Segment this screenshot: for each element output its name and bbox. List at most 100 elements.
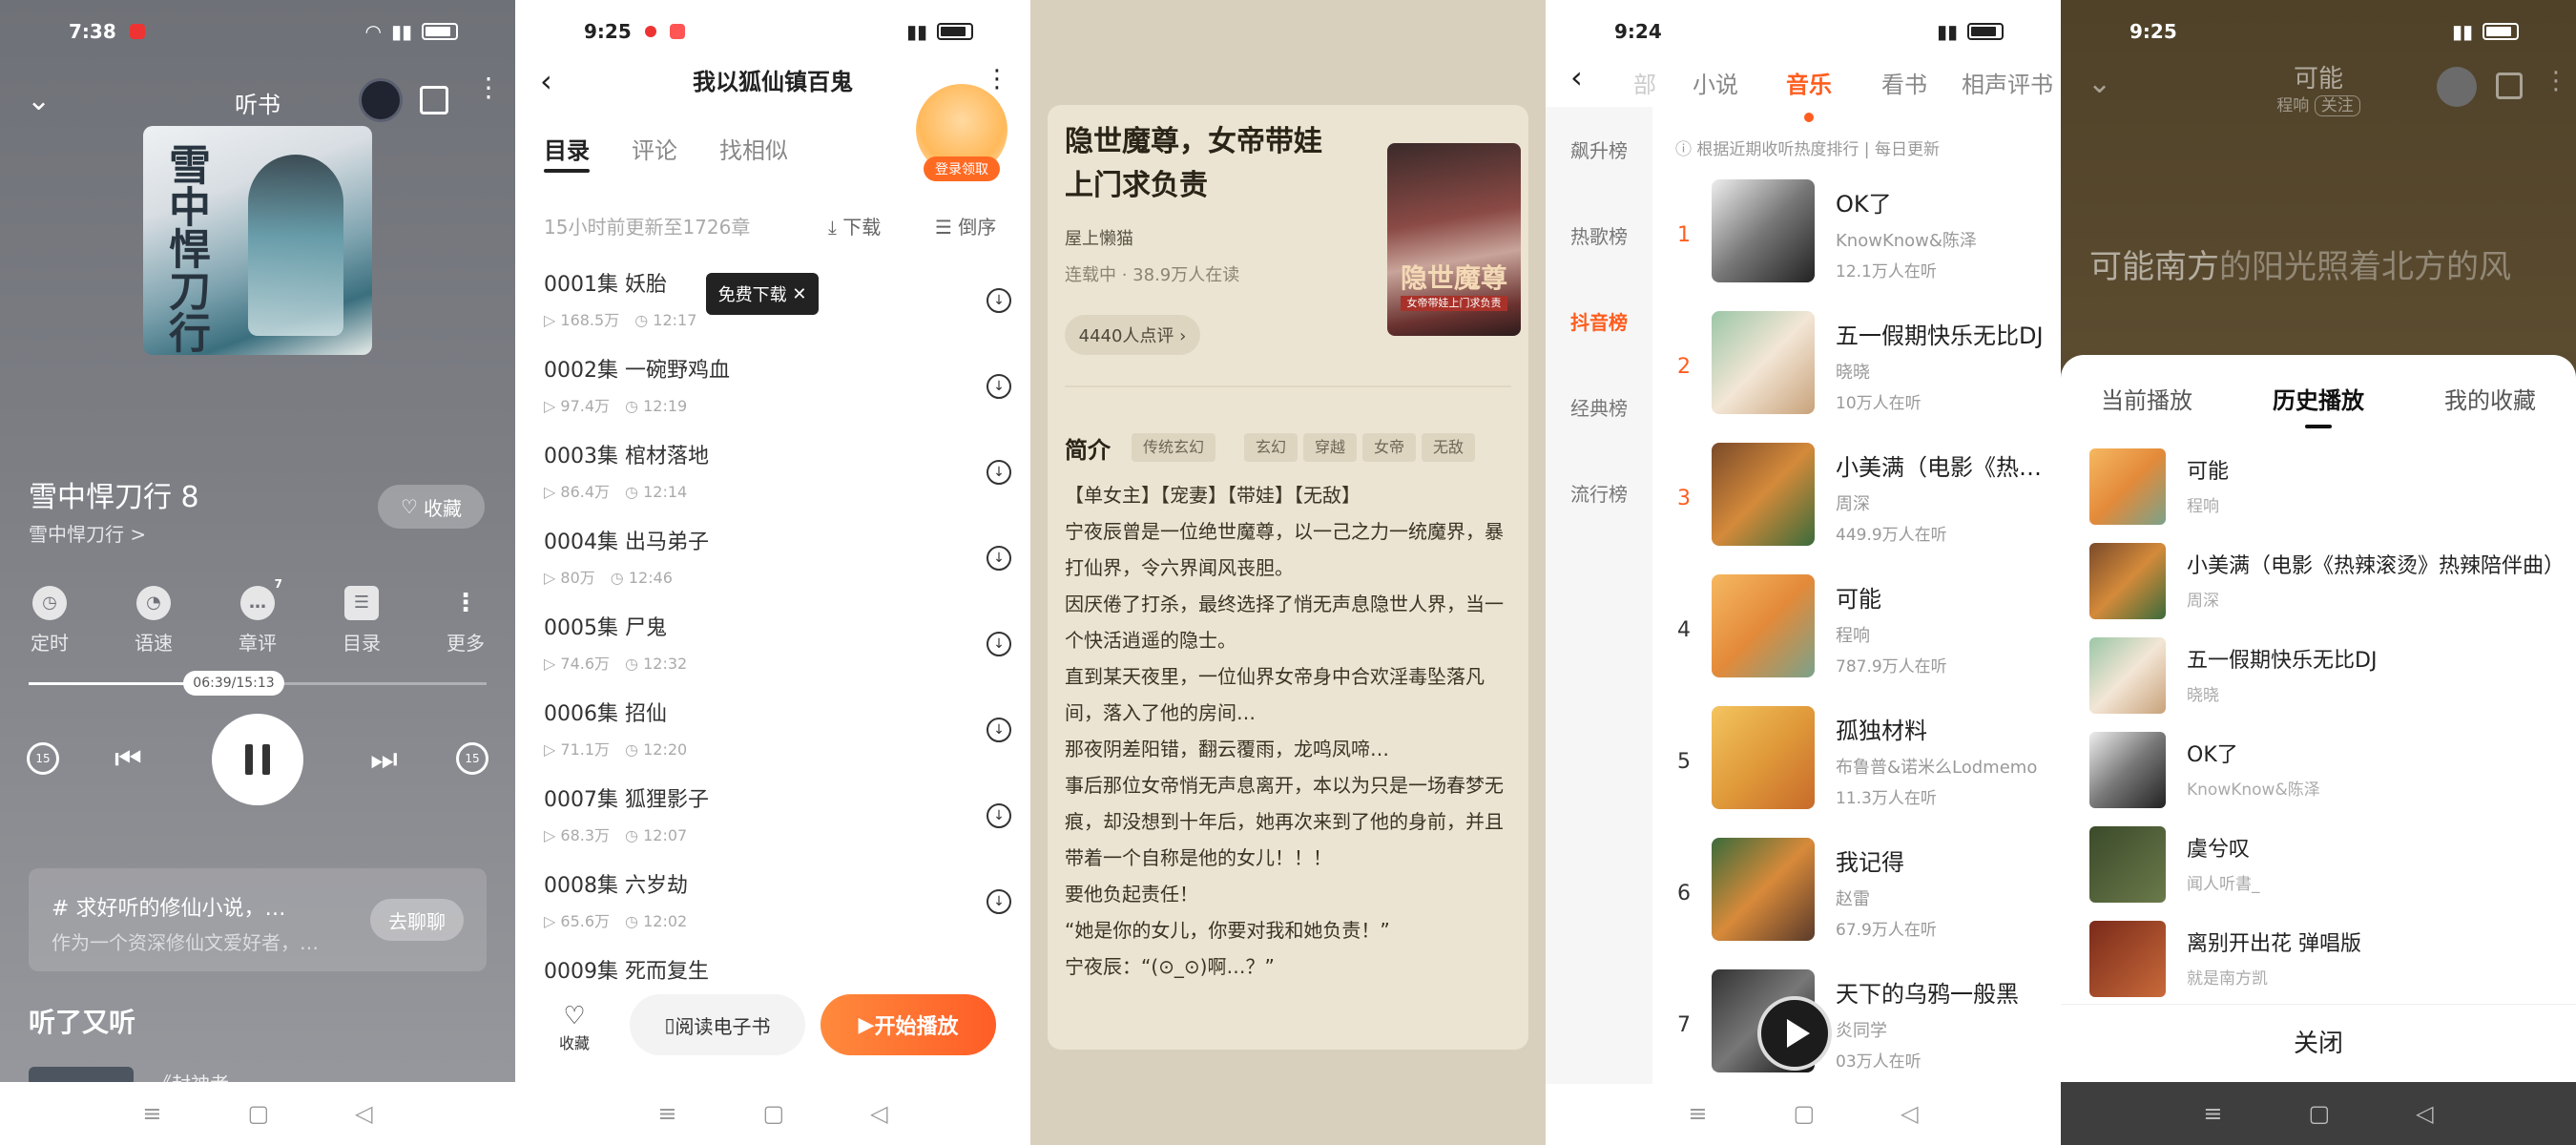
tab-novel[interactable]: 小说 (1693, 63, 1738, 107)
download-circle-icon[interactable]: ↓ (987, 288, 1011, 313)
history-item[interactable]: OK了 KnowKnow&陈泽 (2089, 726, 2557, 810)
more-vertical-icon[interactable]: ⋮ (2544, 67, 2568, 95)
download-circle-icon[interactable]: ↓ (987, 460, 1011, 485)
chapter-item[interactable]: 0008集 六岁劫 ▷ 65.6万 ◷ 12:02 ↓ (544, 868, 1011, 954)
listen-count: 11.3万人在听 (1836, 789, 1937, 808)
chapter-item[interactable]: 0007集 狐狸影子 ▷ 68.3万 ◷ 12:07 ↓ (544, 782, 1011, 868)
avatar[interactable] (359, 78, 403, 122)
close-button[interactable]: 关闭 (2061, 1004, 2576, 1082)
timer-button[interactable]: ◷ 定时 (19, 586, 80, 656)
chapter-item[interactable]: 0002集 一碗野鸡血 ▷ 97.4万 ◷ 12:19 ↓ (544, 353, 1011, 439)
back-nav-icon[interactable]: ◁ (355, 1100, 372, 1127)
tab-similar[interactable]: 找相似 (719, 132, 788, 165)
history-item[interactable]: 可能 程响 (2089, 443, 2557, 527)
previous-track-icon[interactable]: ⏮ (114, 740, 142, 778)
history-item[interactable]: 离别开出花 弹唱版 就是南方凯 (2089, 915, 2557, 999)
chapter-item[interactable]: 0005集 尸鬼 ▷ 74.6万 ◷ 12:32 ↓ (544, 611, 1011, 697)
chat-card[interactable]: # 求好听的修仙小说，… 作为一个资深修仙文爱好者，… 去聊聊 (29, 868, 487, 971)
pause-button[interactable] (212, 714, 303, 805)
login-gift-badge[interactable]: 登录领取 (916, 84, 1008, 181)
more-vertical-icon[interactable]: ⋮ (985, 65, 1009, 94)
tag[interactable]: 无敌 (1422, 433, 1476, 462)
go-chat-button[interactable]: 去聊聊 (370, 899, 464, 941)
download-button[interactable]: ⤓ 下载 (828, 212, 881, 239)
song-item[interactable]: 3 小美满（电影《热辣滚烫》热辣陪伴曲） 周深 449.9万人在听 (1668, 435, 2053, 557)
song-item[interactable]: 2 五一假期快乐无比DJ 晓晓 10万人在听 (1668, 303, 2053, 426)
download-circle-icon[interactable]: ↓ (987, 546, 1011, 571)
favorite-button[interactable]: ♡ 收藏 (559, 1002, 590, 1053)
history-item[interactable]: 虞兮叹 闻人听書_ (2089, 821, 2557, 905)
sidebar-item-active[interactable]: 抖音榜 (1546, 307, 1652, 335)
tab-now-playing[interactable]: 当前播放 (2101, 382, 2192, 415)
tab-catalog[interactable]: 目录 (544, 132, 590, 173)
download-circle-icon[interactable]: ↓ (987, 632, 1011, 656)
tab-music[interactable]: 音乐 (1786, 63, 1832, 122)
back-nav-icon[interactable]: ◁ (870, 1100, 887, 1127)
song-item[interactable]: 6 我记得 赵雷 67.9万人在听 (1668, 830, 2053, 952)
section-title: 听了又听 (29, 1007, 136, 1038)
book-author[interactable]: 屋上懒猫 (1065, 225, 1133, 250)
more-button[interactable]: ⋮ 更多 (435, 586, 496, 656)
chapter-item[interactable]: 0004集 出马弟子 ▷ 80万 ◷ 12:46 ↓ (544, 525, 1011, 611)
menu-nav-icon[interactable]: ≡ (657, 1100, 676, 1127)
home-nav-icon[interactable]: ▢ (2308, 1100, 2330, 1127)
read-ebook-button[interactable]: ▯ 阅读电子书 (630, 994, 805, 1055)
tag[interactable]: 穿越 (1303, 433, 1358, 462)
tab-books[interactable]: 看书 (1881, 63, 1927, 107)
tab-crosstalk[interactable]: 相声评书 (1962, 63, 2053, 107)
comments-pill[interactable]: 4440人点评 › (1065, 315, 1200, 355)
speed-button[interactable]: ◔ 语速 (123, 586, 184, 656)
history-item[interactable]: 小美满（电影《热辣滚烫》热辣陪伴曲） 周深 (2089, 537, 2565, 621)
rank-number: 2 (1677, 355, 1691, 379)
menu-nav-icon[interactable]: ≡ (1688, 1100, 1707, 1127)
download-circle-icon[interactable]: ↓ (987, 803, 1011, 828)
home-nav-icon[interactable]: ▢ (762, 1100, 784, 1127)
chapter-item[interactable]: 0006集 招仙 ▷ 71.1万 ◷ 12:20 ↓ (544, 697, 1011, 782)
rewind-15-icon[interactable]: 15 (27, 742, 59, 775)
chapter-item[interactable]: 0003集 棺材落地 ▷ 86.4万 ◷ 12:14 ↓ (544, 439, 1011, 525)
history-item[interactable]: 五一假期快乐无比DJ 晓晓 (2089, 632, 2557, 716)
back-nav-icon[interactable]: ◁ (2416, 1100, 2433, 1127)
forward-15-icon[interactable]: 15 (456, 742, 488, 775)
tag[interactable]: 玄幻 (1244, 433, 1298, 462)
song-item[interactable]: 1 OK了 KnowKnow&陈泽 12.1万人在听 (1668, 172, 2053, 294)
more-vertical-icon[interactable]: ⋮ (475, 74, 502, 101)
cart-icon[interactable] (420, 86, 448, 114)
favorite-button[interactable]: ♡ 收藏 (378, 485, 485, 529)
menu-nav-icon[interactable]: ≡ (2203, 1100, 2222, 1127)
avatar[interactable] (2437, 67, 2477, 107)
floating-play-button[interactable] (1757, 996, 1832, 1071)
start-play-button[interactable]: ▶ 开始播放 (821, 994, 996, 1055)
notification-icon (129, 24, 145, 39)
tab-comments[interactable]: 评论 (632, 132, 677, 165)
song-item[interactable]: 5 孤独材料 布鲁普&诺米么Lodmemo 11.3万人在听 (1668, 698, 2053, 821)
cart-icon[interactable] (2496, 73, 2523, 99)
back-nav-icon[interactable]: ◁ (1901, 1100, 1918, 1127)
tag[interactable]: 传统玄幻 (1132, 433, 1216, 462)
song-item[interactable]: 7 天下的乌鸦一般黑 炎同学 03万人在听 (1668, 962, 2053, 1084)
follow-button[interactable]: 关注 (2314, 95, 2360, 116)
catalog-button[interactable]: ☰ 目录 (331, 586, 392, 656)
next-track-icon[interactable]: ⏭ (370, 740, 398, 778)
book-link[interactable]: 雪中悍刀行 > (29, 519, 146, 547)
home-nav-icon[interactable]: ▢ (1793, 1100, 1815, 1127)
chapter-comment-button[interactable]: … 7 章评 (227, 578, 288, 656)
sidebar-item[interactable]: 经典榜 (1546, 393, 1652, 421)
tab-history[interactable]: 历史播放 (2273, 382, 2364, 428)
back-arrow-icon[interactable]: ‹ (1570, 59, 1583, 95)
sort-button[interactable]: ☰ 倒序 (935, 212, 996, 239)
sidebar-item[interactable]: 飙升榜 (1546, 135, 1652, 163)
close-icon[interactable]: ✕ (792, 284, 806, 304)
tag[interactable]: 女帝 (1362, 433, 1417, 462)
tab-favorites[interactable]: 我的收藏 (2444, 382, 2536, 415)
home-nav-icon[interactable]: ▢ (247, 1100, 269, 1127)
sidebar-item[interactable]: 热歌榜 (1546, 221, 1652, 249)
song-name: 离别开出花 弹唱版 (2187, 932, 2361, 956)
download-circle-icon[interactable]: ↓ (987, 374, 1011, 399)
download-circle-icon[interactable]: ↓ (987, 718, 1011, 742)
tab-all[interactable]: 部 (1633, 63, 1656, 107)
menu-nav-icon[interactable]: ≡ (142, 1100, 161, 1127)
download-circle-icon[interactable]: ↓ (987, 889, 1011, 914)
sidebar-item[interactable]: 流行榜 (1546, 479, 1652, 507)
song-item[interactable]: 4 可能 程响 787.9万人在听 (1668, 567, 2053, 689)
